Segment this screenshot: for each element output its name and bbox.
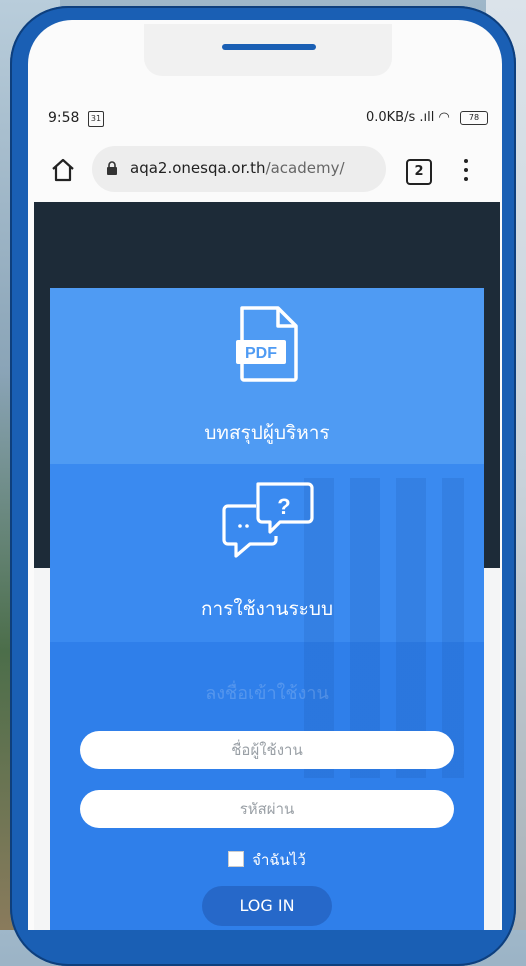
url-text: aqa2.onesqa.or.th/academy/	[130, 159, 345, 177]
system-usage-label[interactable]: การใช้งานระบบ	[50, 594, 484, 624]
phone-side-button	[12, 144, 24, 196]
remember-me[interactable]: จำฉันไว้	[50, 848, 484, 872]
tabs-count-button[interactable]: 2	[406, 159, 432, 185]
more-menu-icon[interactable]	[462, 157, 470, 183]
network-speed: 0.0KB/s	[365, 110, 416, 125]
calendar-icon: 31	[88, 111, 104, 127]
wifi-icon: ◠	[438, 110, 450, 125]
phone-side-button	[12, 254, 24, 338]
url-domain: aqa2.onesqa.or.th	[130, 159, 266, 177]
remember-label: จำฉันไว้	[252, 851, 306, 869]
login-heading: ลงชื่อเข้าใช้งาน	[205, 683, 329, 704]
status-bar: 9:58 31 0.0KB/s .ıll ◠ 78	[48, 110, 488, 132]
help-icon-text: ?	[277, 494, 290, 519]
username-input[interactable]	[80, 731, 454, 769]
lock-icon	[107, 161, 117, 175]
phone-side-button	[12, 364, 24, 448]
signal-icon: .ıll	[419, 110, 439, 125]
pdf-icon-text: PDF	[245, 345, 277, 362]
pdf-file-icon[interactable]: PDF	[236, 304, 300, 384]
chat-help-icon[interactable]: ?	[220, 478, 316, 562]
phone-notch	[144, 24, 392, 76]
executive-summary-label[interactable]: บทสรุปผู้บริหาร	[50, 418, 484, 448]
battery-icon: 78	[460, 110, 488, 125]
remember-checkbox[interactable]	[228, 851, 245, 867]
phone-speaker	[222, 44, 316, 50]
password-input[interactable]	[80, 790, 454, 828]
home-icon[interactable]	[50, 158, 76, 182]
url-bar[interactable]: aqa2.onesqa.or.th/academy/	[92, 146, 386, 192]
status-time: 9:58	[48, 110, 80, 126]
url-path: /academy/	[265, 159, 345, 177]
login-panel: PDF บทสรุปผู้บริหาร ? การใช้งานระบบ ลงชื…	[50, 288, 484, 930]
status-right: 0.0KB/s .ıll ◠ 78	[366, 110, 488, 125]
login-button[interactable]: LOG IN	[202, 886, 332, 926]
